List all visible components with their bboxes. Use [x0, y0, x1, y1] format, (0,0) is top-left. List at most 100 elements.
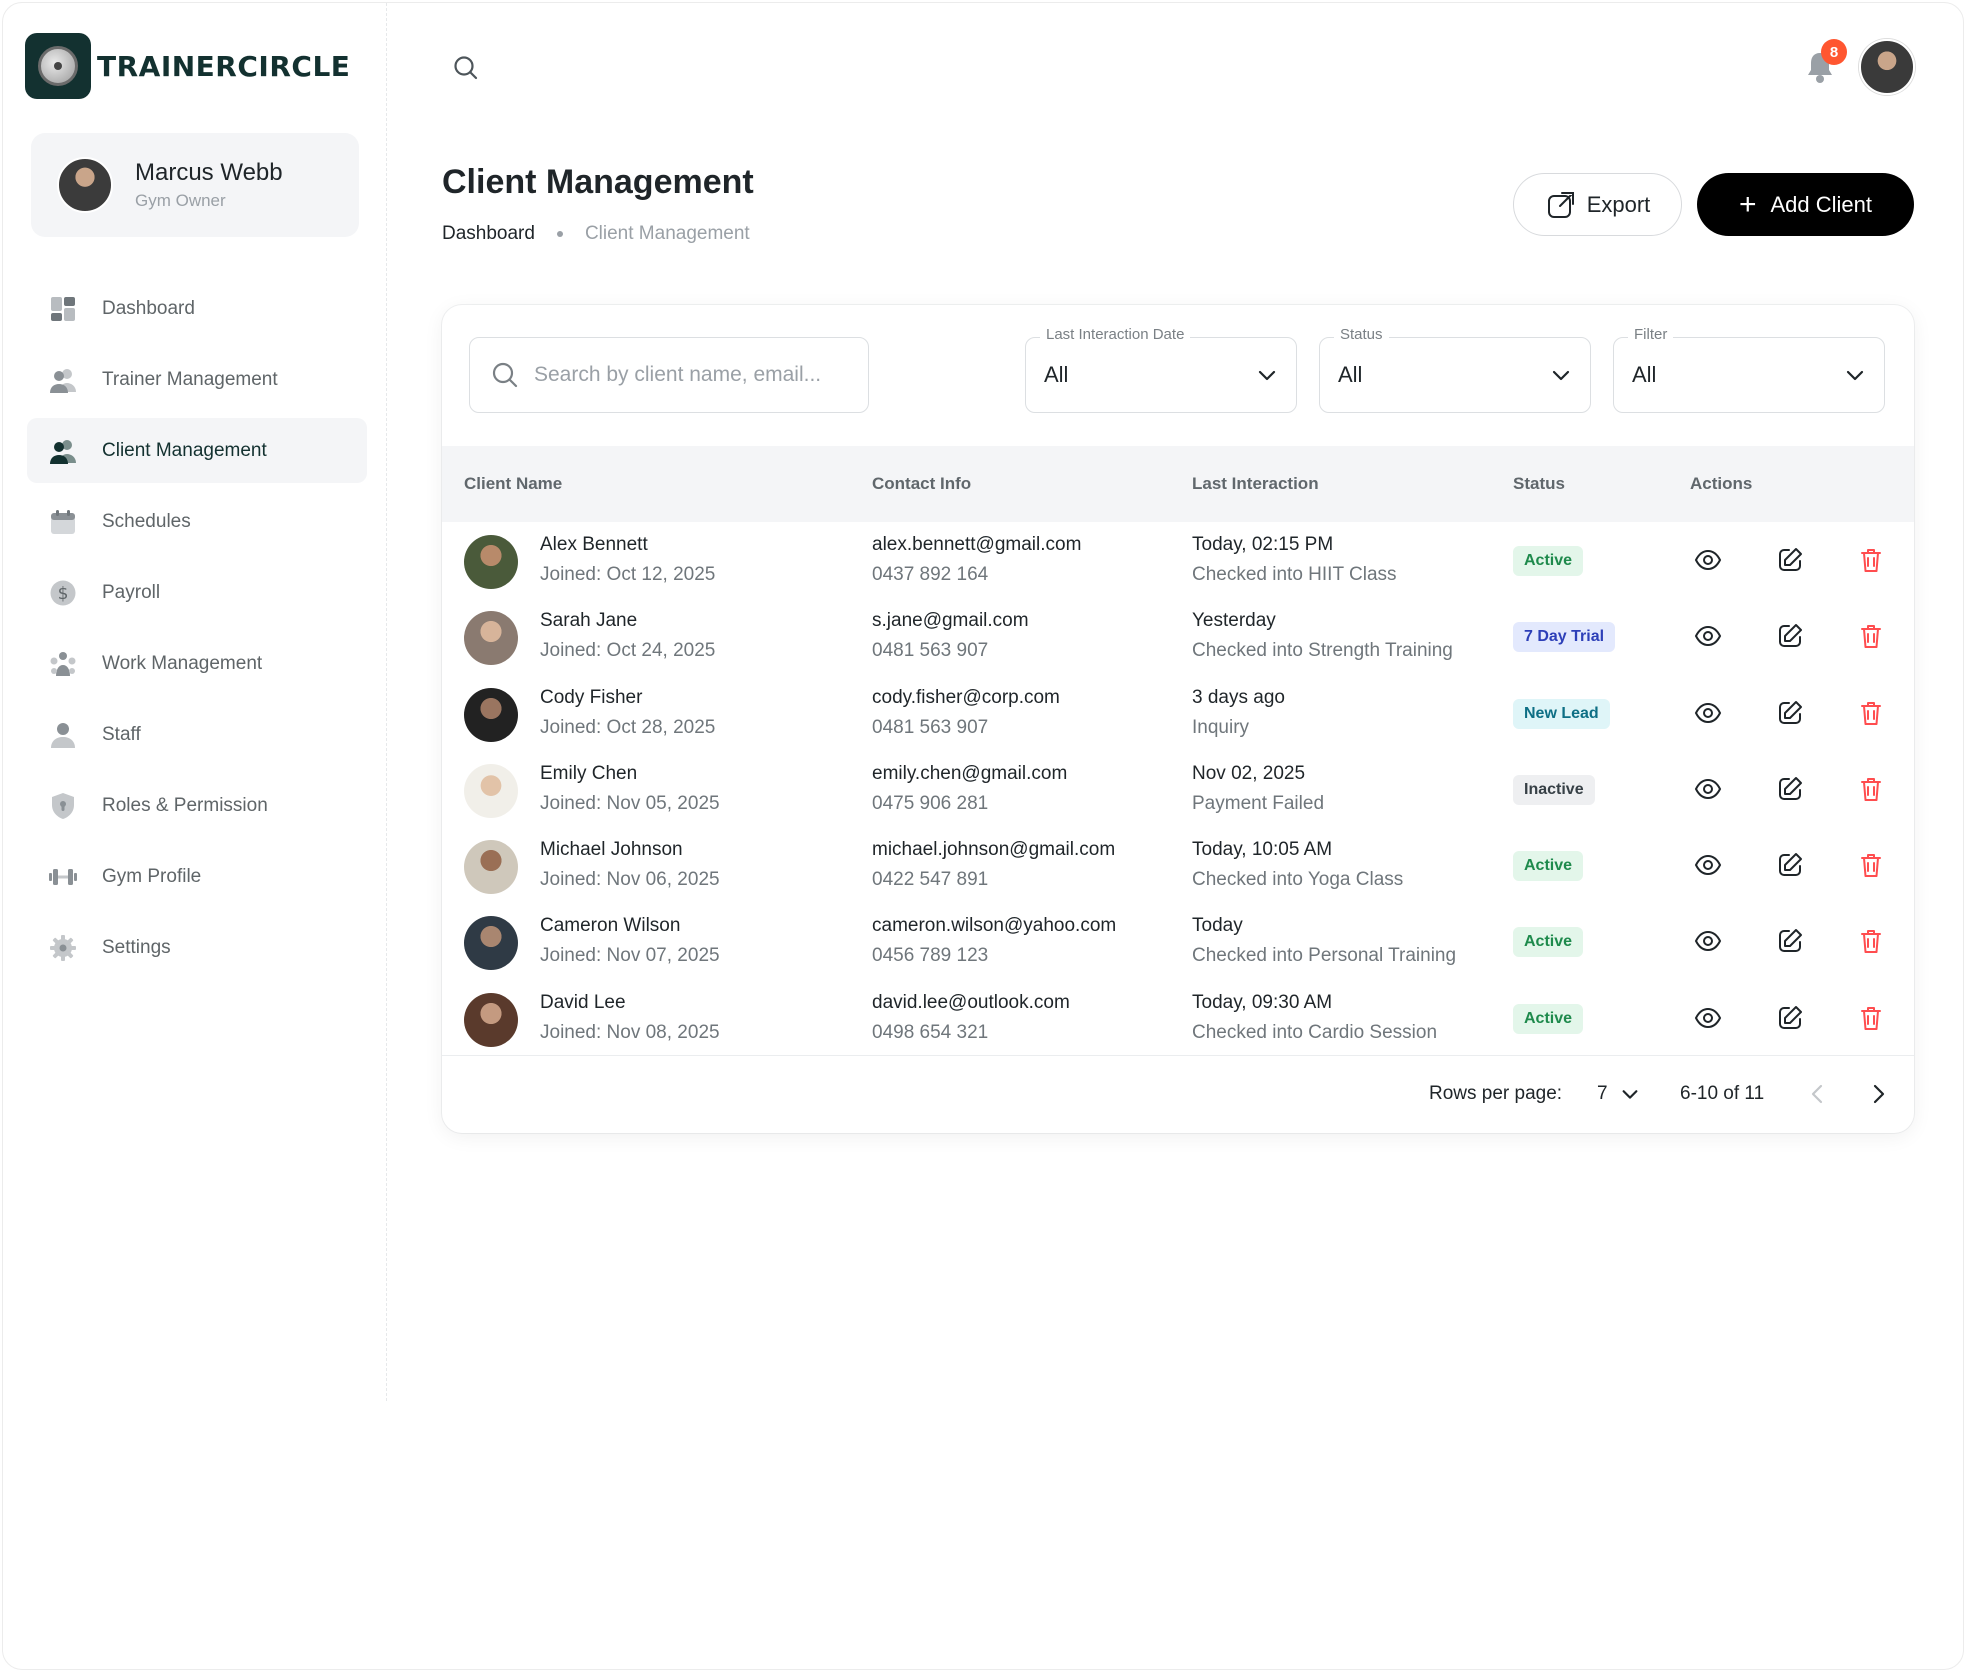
- delete-icon[interactable]: [1857, 546, 1885, 574]
- interaction-detail: Payment Failed: [1192, 792, 1325, 814]
- chevron-down-icon: [1846, 370, 1864, 381]
- table-row[interactable]: Cody Fisher Joined: Oct 28, 2025 cody.fish…: [442, 675, 1914, 751]
- breadcrumb-home[interactable]: Dashboard: [442, 223, 535, 245]
- delete-icon[interactable]: [1857, 699, 1885, 727]
- table-row[interactable]: Michael Johnson Joined: Nov 06, 2025 micha…: [442, 827, 1914, 903]
- interaction-detail: Checked into Cardio Session: [1192, 1021, 1438, 1043]
- sidebar-item-dashboard[interactable]: Dashboard: [27, 276, 367, 341]
- delete-icon[interactable]: [1857, 927, 1885, 955]
- delete-icon[interactable]: [1857, 1004, 1885, 1032]
- gear-icon: [49, 934, 77, 962]
- table-row[interactable]: Sarah Jane Joined: Oct 24, 2025 s.jane@gma…: [442, 598, 1914, 674]
- last-interaction: Yesterday: [1192, 610, 1276, 632]
- column-header[interactable]: Status: [1513, 446, 1565, 522]
- last-interaction: Today: [1192, 915, 1243, 937]
- pagination: Rows per page: 7 6-10 of 11: [442, 1055, 1914, 1133]
- sidebar-item-roles-permission[interactable]: Roles & Permission: [27, 773, 367, 838]
- filter-select[interactable]: Filter All: [1613, 326, 1885, 413]
- clients-icon: [49, 437, 77, 465]
- table-row[interactable]: Alex Bennett Joined: Oct 12, 2025 alex.ben…: [442, 522, 1914, 598]
- edit-icon[interactable]: [1776, 775, 1804, 803]
- chevron-down-icon: [1622, 1090, 1638, 1099]
- add-client-button[interactable]: + Add Client: [1697, 173, 1914, 236]
- delete-icon[interactable]: [1857, 775, 1885, 803]
- view-icon[interactable]: [1694, 699, 1722, 727]
- table-row[interactable]: Emily Chen Joined: Nov 05, 2025 emily.chen…: [442, 751, 1914, 827]
- sidebar-item-gym-profile[interactable]: Gym Profile: [27, 844, 367, 909]
- shield-icon: [49, 792, 77, 820]
- sidebar-item-payroll[interactable]: $ Payroll: [27, 560, 367, 625]
- pagination-range: 6-10 of 11: [1680, 1083, 1765, 1104]
- client-name[interactable]: Sarah Jane: [540, 610, 715, 632]
- rows-per-page-label: Rows per page:: [1429, 1083, 1563, 1104]
- last-interaction: 3 days ago: [1192, 686, 1285, 708]
- view-icon[interactable]: [1694, 927, 1722, 955]
- edit-icon[interactable]: [1776, 1004, 1804, 1032]
- client-phone: 0481 563 907: [872, 640, 989, 662]
- client-name[interactable]: Michael Johnson: [540, 839, 720, 861]
- sidebar: TRAINERCIRCLE Marcus Webb Gym Owner Dash…: [3, 3, 387, 1401]
- delete-icon[interactable]: [1857, 622, 1885, 650]
- edit-icon[interactable]: [1776, 546, 1804, 574]
- rows-per-page-select[interactable]: 7: [1597, 1056, 1640, 1132]
- profile-role: Gym Owner: [135, 191, 226, 210]
- edit-icon[interactable]: [1776, 622, 1804, 650]
- client-avatar: [464, 535, 518, 589]
- svg-text:$: $: [58, 584, 69, 604]
- sidebar-item-label: Client Management: [102, 439, 267, 461]
- client-joined: Joined: Nov 06, 2025: [540, 869, 720, 891]
- brand[interactable]: TRAINERCIRCLE: [25, 33, 350, 99]
- edit-icon[interactable]: [1776, 851, 1804, 879]
- sidebar-nav: Dashboard Trainer Management Client Mana…: [27, 276, 367, 986]
- sidebar-item-settings[interactable]: Settings: [27, 915, 367, 980]
- client-name[interactable]: Cameron Wilson: [540, 915, 720, 937]
- prev-page-button[interactable]: [1806, 1056, 1830, 1132]
- column-header[interactable]: Client Name: [464, 446, 562, 522]
- status-select[interactable]: Status All: [1319, 326, 1591, 413]
- export-button[interactable]: Export: [1513, 173, 1682, 236]
- client-name[interactable]: Cody Fisher: [540, 687, 715, 709]
- last-interaction-select[interactable]: Last Interaction Date All: [1025, 326, 1297, 413]
- edit-icon[interactable]: [1776, 927, 1804, 955]
- sidebar-item-trainer-management[interactable]: Trainer Management: [27, 347, 367, 412]
- breadcrumb-current: Client Management: [584, 223, 750, 244]
- status-badge: Active: [1513, 927, 1584, 958]
- interaction-detail: Checked into Yoga Class: [1192, 869, 1404, 891]
- select-value: All: [1338, 362, 1363, 387]
- profile-card[interactable]: Marcus Webb Gym Owner: [31, 133, 359, 237]
- search-icon[interactable]: [451, 53, 481, 83]
- sidebar-item-work-management[interactable]: Work Management: [27, 631, 367, 696]
- interaction-detail: Checked into Personal Training: [1192, 945, 1457, 967]
- column-header[interactable]: Last Interaction: [1192, 446, 1319, 522]
- sidebar-item-staff[interactable]: Staff: [27, 702, 367, 767]
- view-icon[interactable]: [1694, 775, 1722, 803]
- sidebar-item-label: Payroll: [102, 581, 161, 603]
- client-phone: 0437 892 164: [872, 564, 989, 585]
- view-icon[interactable]: [1694, 546, 1722, 574]
- view-icon[interactable]: [1694, 622, 1722, 650]
- chevron-right-icon: [1873, 1084, 1885, 1104]
- sidebar-item-client-management[interactable]: Client Management: [27, 418, 367, 483]
- brand-name: TRAINERCIRCLE: [97, 49, 351, 83]
- edit-icon[interactable]: [1776, 699, 1804, 727]
- sidebar-item-label: Staff: [102, 723, 141, 745]
- table-row[interactable]: David Lee Joined: Nov 08, 2025 david.lee@o…: [442, 980, 1914, 1056]
- sidebar-item-schedules[interactable]: Schedules: [27, 489, 367, 554]
- user-avatar[interactable]: [1859, 39, 1915, 95]
- delete-icon[interactable]: [1857, 851, 1885, 879]
- client-avatar: [464, 687, 518, 742]
- client-name[interactable]: Alex Bennett: [540, 534, 715, 556]
- table-body: Alex Bennett Joined: Oct 12, 2025 alex.ben…: [442, 522, 1914, 1056]
- column-header[interactable]: Contact Info: [872, 446, 971, 522]
- interaction-detail: Inquiry: [1192, 716, 1250, 738]
- view-icon[interactable]: [1694, 1004, 1722, 1032]
- sidebar-item-label: Work Management: [102, 652, 263, 674]
- client-name[interactable]: Emily Chen: [540, 763, 720, 785]
- client-name[interactable]: David Lee: [540, 992, 720, 1014]
- client-joined: Joined: Oct 28, 2025: [540, 716, 716, 738]
- table-row[interactable]: Cameron Wilson Joined: Nov 07, 2025 camero…: [442, 903, 1914, 979]
- client-search[interactable]: [469, 337, 869, 413]
- view-icon[interactable]: [1694, 851, 1722, 879]
- search-input[interactable]: [534, 363, 854, 387]
- next-page-button[interactable]: [1866, 1056, 1890, 1132]
